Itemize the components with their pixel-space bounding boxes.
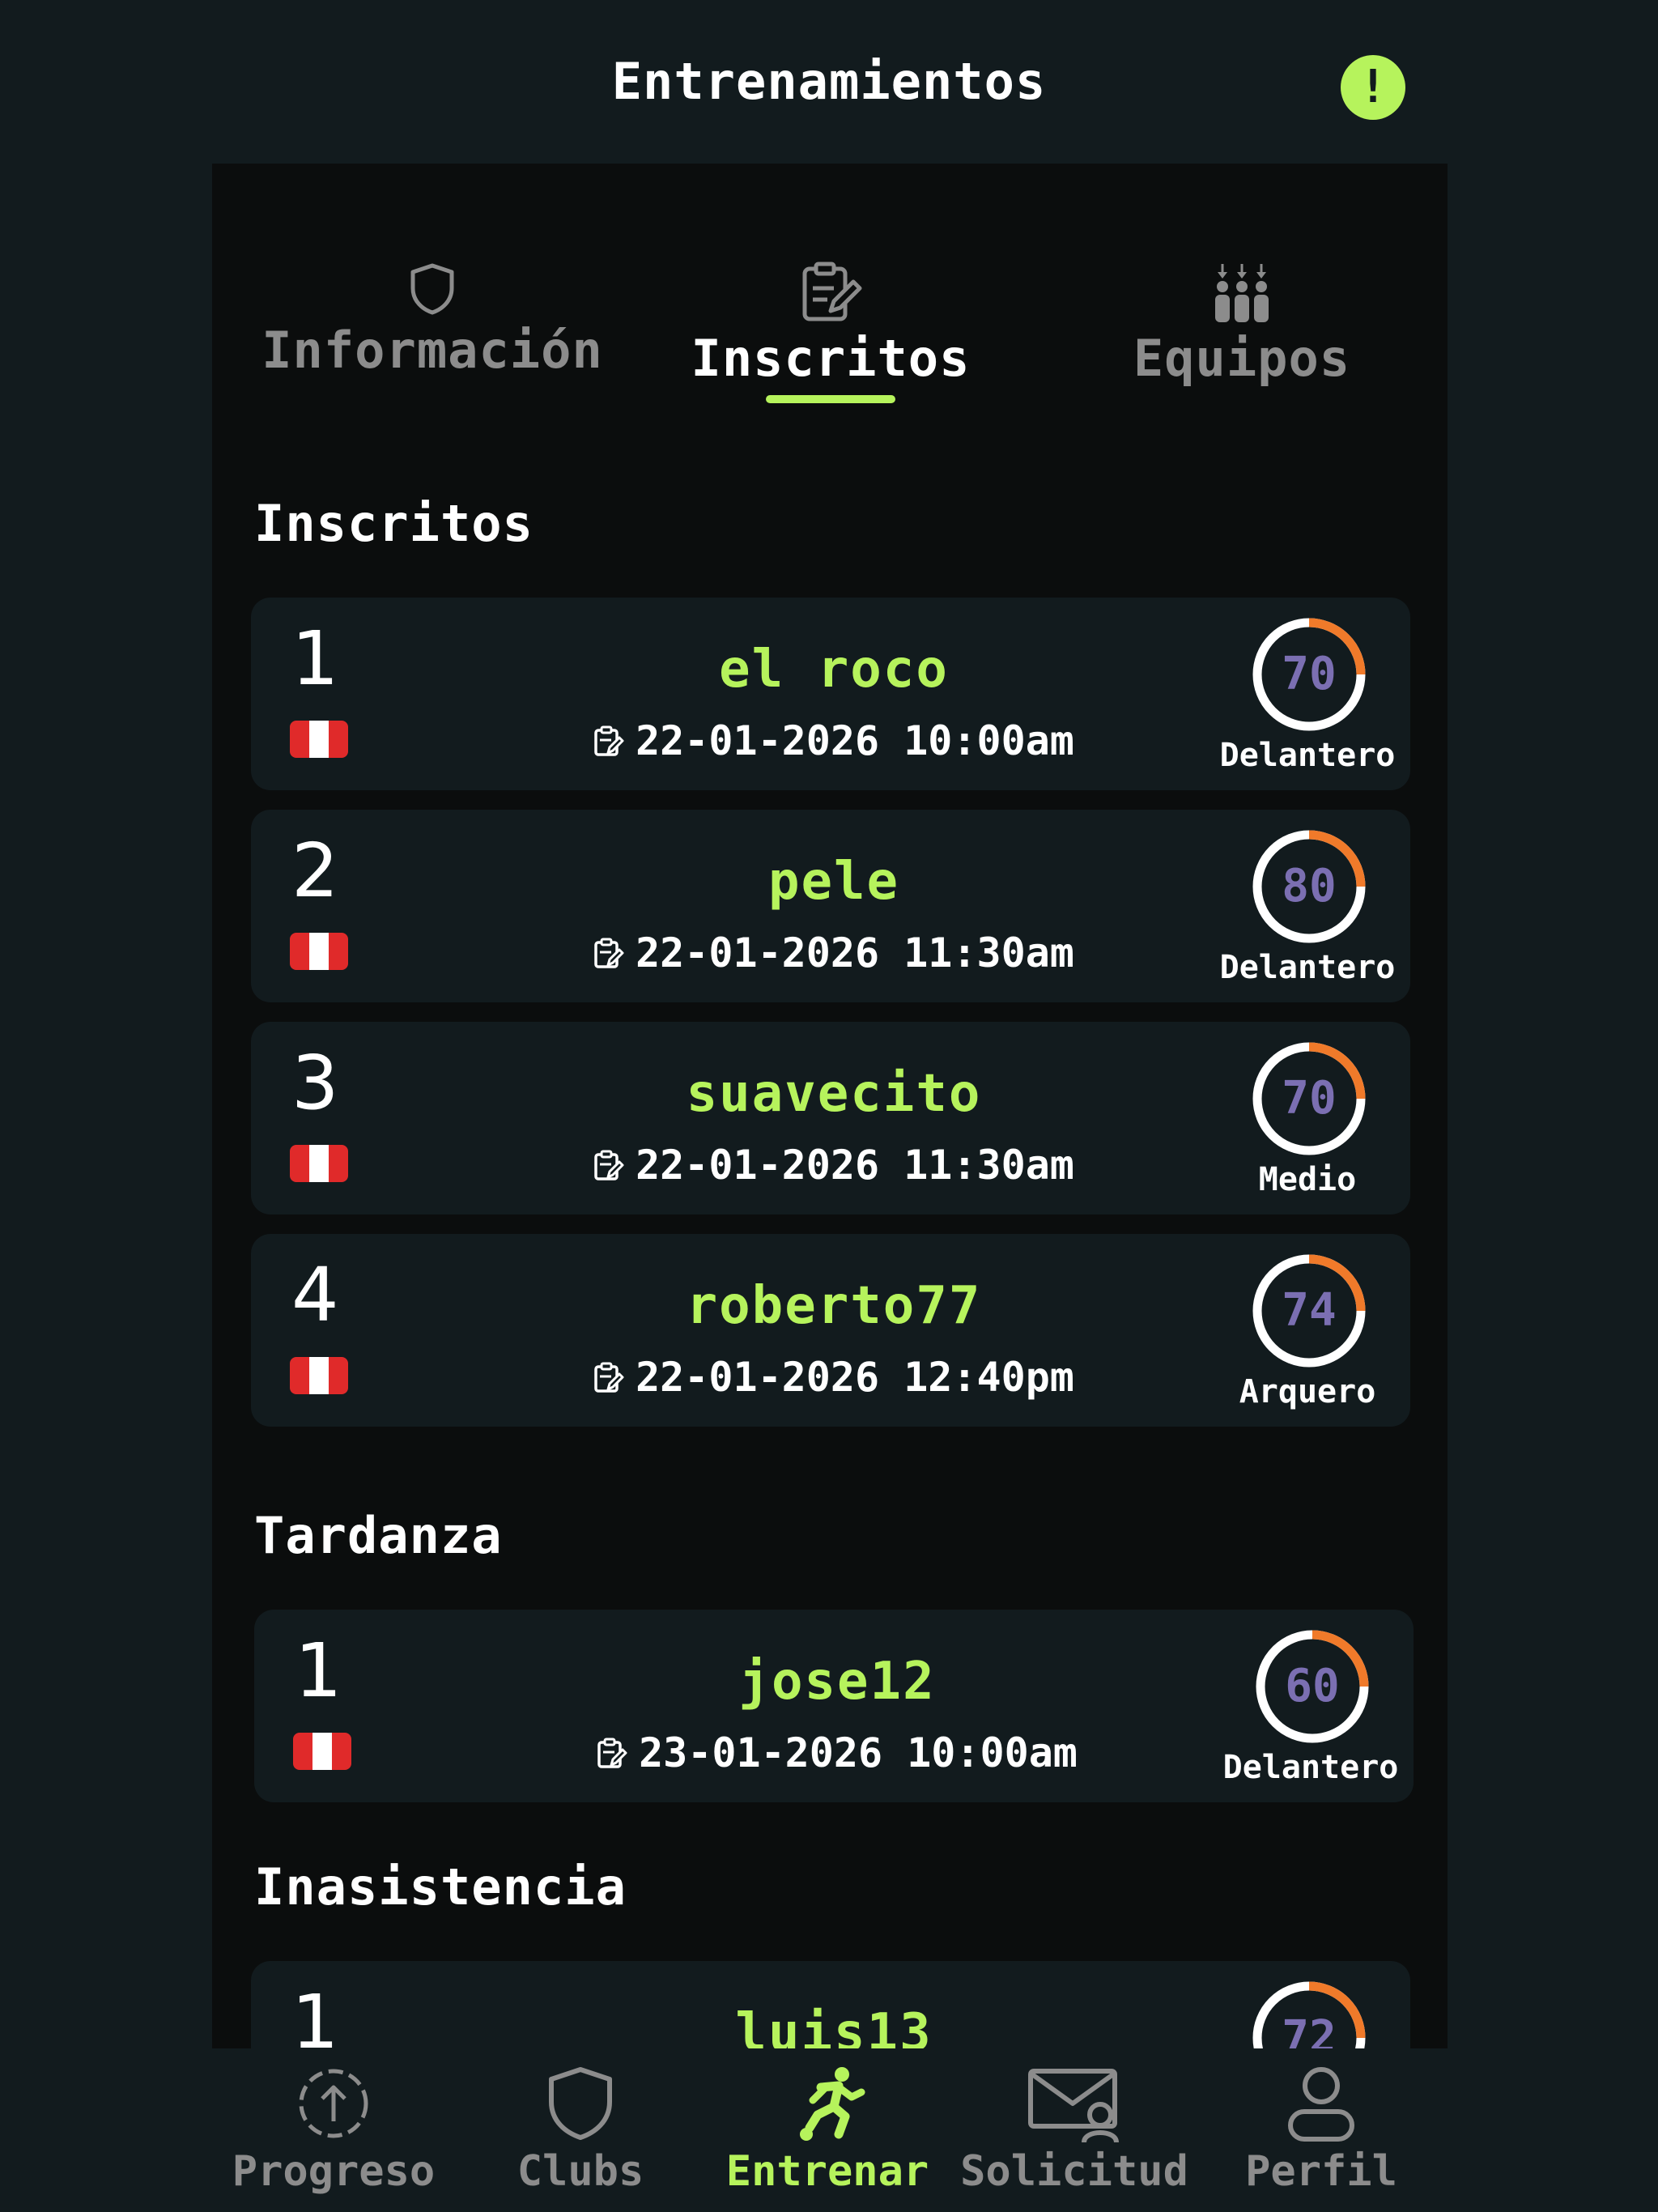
player-card[interactable]: 4 roberto77 22-01-2026 12:40pm 74 Arquero	[251, 1234, 1410, 1427]
runner-icon	[800, 2067, 865, 2141]
registration-date-text: 22-01-2026 12:40pm	[636, 1354, 1074, 1401]
player-rank: 1	[295, 1627, 342, 1714]
alert-icon[interactable]: !	[1341, 55, 1405, 120]
shield-icon	[410, 263, 454, 315]
shield-icon	[549, 2067, 612, 2140]
edit-note-icon	[594, 1362, 624, 1393]
edit-note-icon	[594, 1150, 624, 1180]
nav-perfil[interactable]: Perfil	[1200, 2065, 1443, 2210]
tab-inscritos[interactable]: Inscritos	[653, 261, 1009, 406]
nav-entrenar[interactable]: Entrenar	[706, 2065, 949, 2210]
main-panel: Información Inscritos Equipos Inscritos	[212, 164, 1448, 2048]
nav-entrenar-label: Entrenar	[725, 2147, 929, 2196]
registration-date: 22-01-2026 11:30am	[494, 1142, 1174, 1189]
rating-ring: 80	[1248, 826, 1370, 947]
player-rating: 60	[1285, 1660, 1340, 1712]
nav-progreso[interactable]: Progreso	[212, 2065, 455, 2210]
player-position: Delantero	[1222, 1749, 1399, 1786]
peru-flag-icon	[293, 1733, 351, 1770]
active-tab-indicator	[766, 395, 895, 403]
peru-flag-icon	[290, 933, 348, 970]
rating-ring: 70	[1248, 1038, 1370, 1159]
registration-date: 22-01-2026 12:40pm	[494, 1354, 1174, 1401]
tab-equipos-label: Equipos	[1133, 329, 1351, 388]
registration-date-text: 22-01-2026 11:30am	[636, 1142, 1074, 1189]
player-position: Arquero	[1239, 1373, 1376, 1410]
section-title-inasistencia: Inasistencia	[254, 1857, 627, 1916]
player-rating: 72	[1282, 2011, 1337, 2048]
player-name: luis13	[735, 2003, 933, 2048]
player-rating: 74	[1282, 1284, 1337, 1337]
nav-perfil-label: Perfil	[1245, 2147, 1397, 2196]
player-card[interactable]: 2 pele 22-01-2026 11:30am 80 Delantero	[251, 810, 1410, 1002]
player-name: roberto77	[686, 1276, 982, 1336]
player-rank: 1	[291, 615, 339, 702]
registration-date-text: 23-01-2026 10:00am	[639, 1729, 1078, 1776]
registration-date: 23-01-2026 10:00am	[497, 1729, 1177, 1776]
progress-upload-icon	[299, 2069, 368, 2138]
player-card[interactable]: 3 suavecito 22-01-2026 11:30am 70 Medio	[251, 1022, 1410, 1214]
player-name: jose12	[738, 1652, 936, 1712]
rating-ring: 74	[1248, 1250, 1370, 1372]
tab-inscritos-label: Inscritos	[691, 329, 971, 388]
tab-informacion[interactable]: Información	[254, 261, 610, 406]
nav-solicitud[interactable]: Solicitud	[953, 2065, 1196, 2210]
edit-note-icon	[597, 1738, 627, 1768]
peru-flag-icon	[290, 1145, 348, 1182]
app-header: Entrenamientos !	[0, 0, 1658, 164]
nav-clubs-label: Clubs	[517, 2147, 644, 2196]
registration-date: 22-01-2026 10:00am	[494, 717, 1174, 764]
tab-equipos[interactable]: Equipos	[1064, 261, 1420, 406]
rating-ring: 60	[1252, 1626, 1373, 1747]
player-position: Delantero	[1219, 949, 1396, 986]
page-title: Entrenamientos	[611, 52, 1047, 111]
player-rank: 2	[291, 827, 339, 914]
registration-date-text: 22-01-2026 10:00am	[636, 717, 1074, 764]
peru-flag-icon	[290, 1357, 348, 1394]
mail-user-icon	[1028, 2069, 1119, 2142]
player-position: Medio	[1258, 1161, 1357, 1198]
edit-note-icon	[594, 725, 624, 756]
player-rating: 70	[1282, 648, 1337, 700]
registration-date: 22-01-2026 11:30am	[494, 929, 1174, 976]
player-name: pele	[767, 852, 900, 912]
player-position: Delantero	[1219, 737, 1396, 774]
nav-solicitud-label: Solicitud	[960, 2147, 1188, 2196]
player-card[interactable]: 1 jose12 23-01-2026 10:00am 60 Delantero	[254, 1610, 1414, 1802]
section-title-inscritos: Inscritos	[254, 494, 534, 553]
player-rating: 80	[1282, 860, 1337, 912]
rating-ring: 72	[1248, 1977, 1370, 2048]
clipboard-edit-icon	[802, 262, 862, 321]
player-card[interactable]: 1 el roco 22-01-2026 10:00am 70 Delantero	[251, 598, 1410, 790]
peru-flag-icon	[290, 721, 348, 758]
player-rank: 1	[291, 1979, 339, 2049]
team-icon	[1215, 264, 1269, 322]
player-rank: 3	[291, 1040, 339, 1126]
registration-date-text: 22-01-2026 11:30am	[636, 929, 1074, 976]
user-icon	[1288, 2067, 1354, 2142]
section-title-tardanza: Tardanza	[254, 1506, 503, 1565]
player-name: el roco	[719, 640, 949, 700]
player-rank: 4	[291, 1252, 339, 1338]
player-card[interactable]: 1 luis13 72	[251, 1961, 1410, 2048]
bottom-navigation: Progreso Clubs Entrenar Solicitud Perfil	[212, 2048, 1448, 2212]
nav-clubs[interactable]: Clubs	[459, 2065, 702, 2210]
rating-ring: 70	[1248, 614, 1370, 735]
tab-informacion-label: Información	[261, 321, 603, 380]
player-name: suavecito	[686, 1064, 982, 1124]
nav-progreso-label: Progreso	[232, 2147, 436, 2196]
edit-note-icon	[594, 938, 624, 968]
player-rating: 70	[1282, 1072, 1337, 1125]
